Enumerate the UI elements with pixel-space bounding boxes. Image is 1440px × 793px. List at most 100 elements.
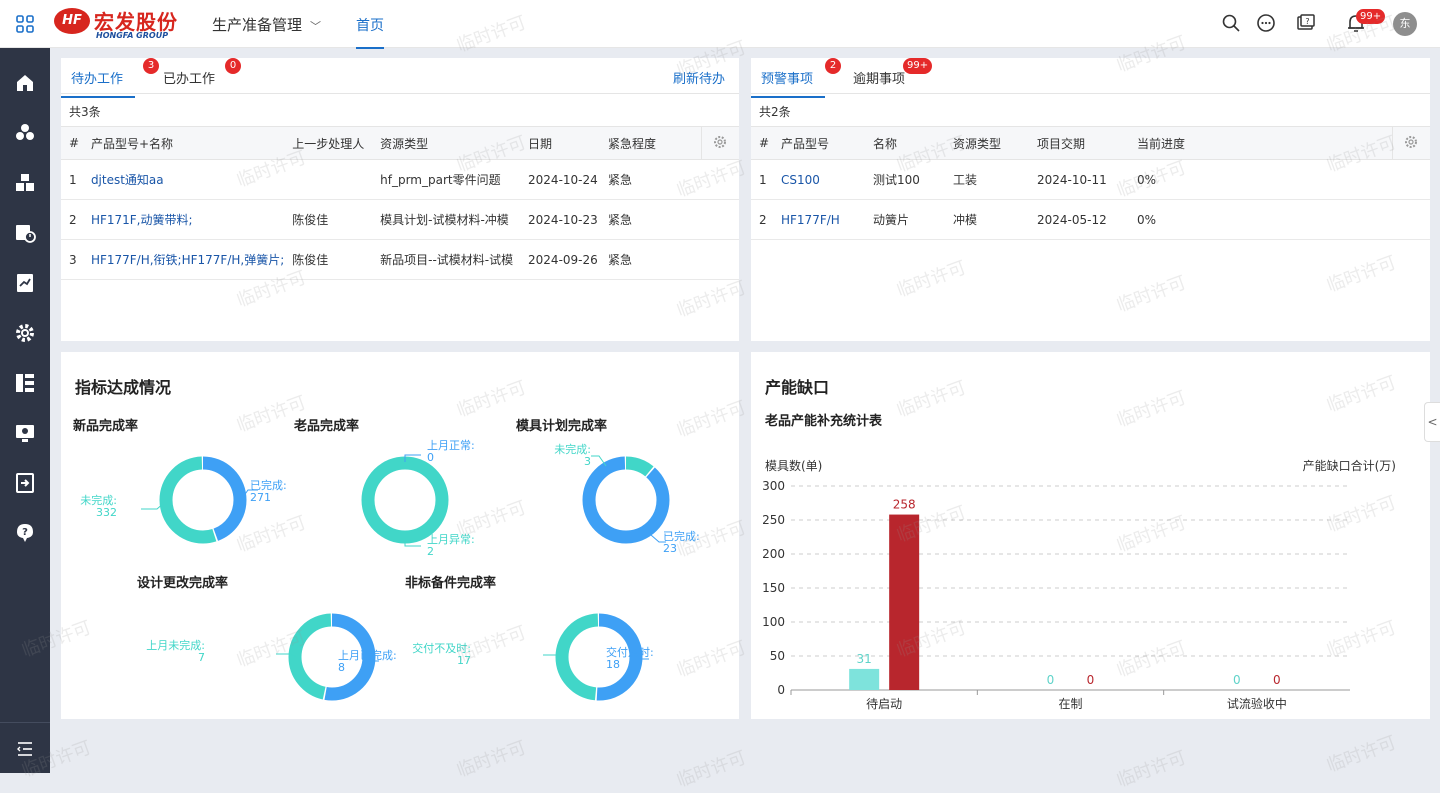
logo-text-en: HONGFA GROUP: [96, 31, 169, 40]
nav-home[interactable]: 首页: [356, 15, 384, 49]
bar-value-label: 0: [1233, 673, 1241, 687]
export-icon[interactable]: [13, 471, 37, 495]
help-window-icon[interactable]: ?: [1295, 12, 1317, 34]
donut-label: 上月异常: 2: [427, 534, 475, 558]
top-bar: HF 宏发股份 HONGFA GROUP 生产准备管理 ﹀ 首页 ? 99+ 东: [0, 0, 1440, 49]
collapse-menu-icon[interactable]: [16, 740, 34, 758]
column-settings[interactable]: [1391, 126, 1430, 160]
cell-product-link[interactable]: HF177F/H: [773, 199, 865, 240]
table-header-row: # 产品型号+名称 上一步处理人 资源类型 日期 紧急程度: [61, 126, 739, 160]
cell-resource-type: 模具计划-试模材料-冲模: [372, 199, 521, 240]
cell-resource-type: 工装: [945, 159, 1029, 200]
donut-label: 已完成: 23: [663, 531, 700, 555]
cell-progress: 0%: [1129, 199, 1392, 240]
cell-index: 2: [61, 199, 83, 240]
label-text: 上月已完成:: [338, 649, 397, 662]
cell-empty: [701, 199, 739, 240]
donut-label: 上月正常: 0: [427, 440, 475, 464]
cell-date: 2024-10-24: [520, 159, 600, 200]
bar-value-label: 0: [1273, 673, 1281, 687]
home-icon[interactable]: [13, 71, 37, 95]
column-header[interactable]: 日期: [520, 126, 600, 160]
module-title: 生产准备管理: [212, 16, 303, 34]
column-header[interactable]: 上一步处理人: [284, 126, 373, 160]
tab-overdue[interactable]: 逾期事项 99+: [853, 58, 933, 87]
cell-resource-type: hf_prm_part零件问题: [372, 159, 521, 200]
chat-icon[interactable]: [1255, 12, 1277, 34]
cell-product-link[interactable]: djtest通知aa: [82, 159, 285, 200]
column-header[interactable]: 紧急程度: [599, 126, 702, 160]
search-icon[interactable]: [1220, 12, 1242, 34]
tab-done-badge: 0: [225, 58, 241, 74]
monitor-icon[interactable]: [13, 421, 37, 445]
cell-handler: [284, 159, 373, 200]
column-header[interactable]: 产品型号+名称: [82, 126, 285, 160]
table-row[interactable]: 1 CS100 测试100 工装 2024-10-11 0%: [751, 159, 1430, 200]
column-header: #: [61, 126, 83, 160]
cell-empty: [701, 239, 739, 280]
bar: [889, 514, 920, 690]
cell-product-link[interactable]: HF177F/H,衔铁;HF177F/H,弹簧片;: [82, 239, 285, 280]
label-value: 2: [427, 545, 434, 558]
cluster-icon[interactable]: [13, 121, 37, 145]
column-header[interactable]: 项目交期: [1029, 126, 1129, 160]
help-icon[interactable]: ?: [13, 521, 37, 545]
chevron-left-icon: <: [1427, 415, 1438, 429]
warning-count: 共2条: [759, 105, 791, 119]
watermark-text: 临时许可: [674, 747, 749, 792]
label-text: 上月正常:: [427, 439, 475, 452]
label-value: 3: [584, 455, 591, 468]
x-tick-label: 待启动: [866, 697, 902, 711]
cell-index: 1: [61, 159, 83, 200]
watermark-text: 临时许可: [1324, 732, 1399, 777]
refresh-todo-link[interactable]: 刷新待办: [673, 68, 725, 87]
cell-resource-type: 冲模: [945, 199, 1029, 240]
cell-index: 2: [751, 199, 773, 240]
column-header[interactable]: 当前进度: [1129, 126, 1392, 160]
company-logo: HF 宏发股份 HONGFA GROUP: [54, 6, 194, 42]
donut-segment: [361, 456, 449, 544]
avatar[interactable]: 东: [1393, 12, 1417, 36]
report-icon[interactable]: [13, 271, 37, 295]
module-selector[interactable]: 生产准备管理 ﹀: [212, 14, 321, 35]
donut-segment: [582, 456, 670, 544]
cell-product-link[interactable]: HF171F,动簧带料;: [82, 199, 285, 240]
cell-date: 2024-09-26: [520, 239, 600, 280]
schedule-icon[interactable]: [13, 221, 37, 245]
todo-count: 共3条: [69, 105, 101, 119]
column-settings[interactable]: [700, 126, 739, 160]
side-panel-toggle[interactable]: <: [1424, 402, 1440, 442]
column-header[interactable]: 名称: [865, 126, 945, 160]
column-header[interactable]: 资源类型: [372, 126, 521, 160]
todo-tabs: 待办工作 3 已办工作 0 刷新待办: [60, 58, 739, 98]
column-header[interactable]: 产品型号: [773, 126, 865, 160]
cell-urgency: 紧急: [599, 199, 702, 240]
settings-icon[interactable]: [1403, 134, 1419, 150]
tab-todo[interactable]: 待办工作 3: [60, 58, 159, 98]
bar-value-label: 258: [893, 498, 916, 512]
settings-icon[interactable]: [712, 134, 728, 150]
logo-mark: HF: [54, 8, 90, 34]
cell-progress: 0%: [1129, 159, 1392, 200]
dashboard-icon[interactable]: [13, 371, 37, 395]
cell-product-link[interactable]: CS100: [773, 159, 865, 200]
cell-index: 1: [751, 159, 773, 200]
table-row[interactable]: 2 HF177F/H 动簧片 冲模 2024-05-12 0%: [751, 199, 1430, 240]
column-header[interactable]: 资源类型: [945, 126, 1029, 160]
cell-resource-type: 新品项目--试模材料-试模: [372, 239, 521, 280]
table-row[interactable]: 2 HF171F,动簧带料; 陈俊佳 模具计划-试模材料-冲模 2024-10-…: [61, 199, 739, 240]
warning-tabs: 预警事项 2 逾期事项 99+: [750, 58, 1430, 98]
gear-icon[interactable]: [13, 321, 37, 345]
y-tick-label: 50: [770, 649, 785, 663]
donut-label: 已完成: 271: [250, 480, 287, 504]
sidebar-footer: [0, 722, 50, 773]
tab-done[interactable]: 已办工作 0: [163, 58, 241, 87]
cubes-icon[interactable]: [13, 171, 37, 195]
app-grid-icon[interactable]: [15, 14, 35, 34]
tab-todo-label: 待办工作: [71, 72, 124, 87]
donut-label: 上月已完成: 8: [338, 650, 397, 674]
label-value: 271: [250, 491, 271, 504]
table-row[interactable]: 3 HF177F/H,衔铁;HF177F/H,弹簧片; 陈俊佳 新品项目--试模…: [61, 239, 739, 280]
tab-warning[interactable]: 预警事项 2: [750, 58, 841, 98]
table-row[interactable]: 1 djtest通知aa hf_prm_part零件问题 2024-10-24 …: [61, 159, 739, 200]
